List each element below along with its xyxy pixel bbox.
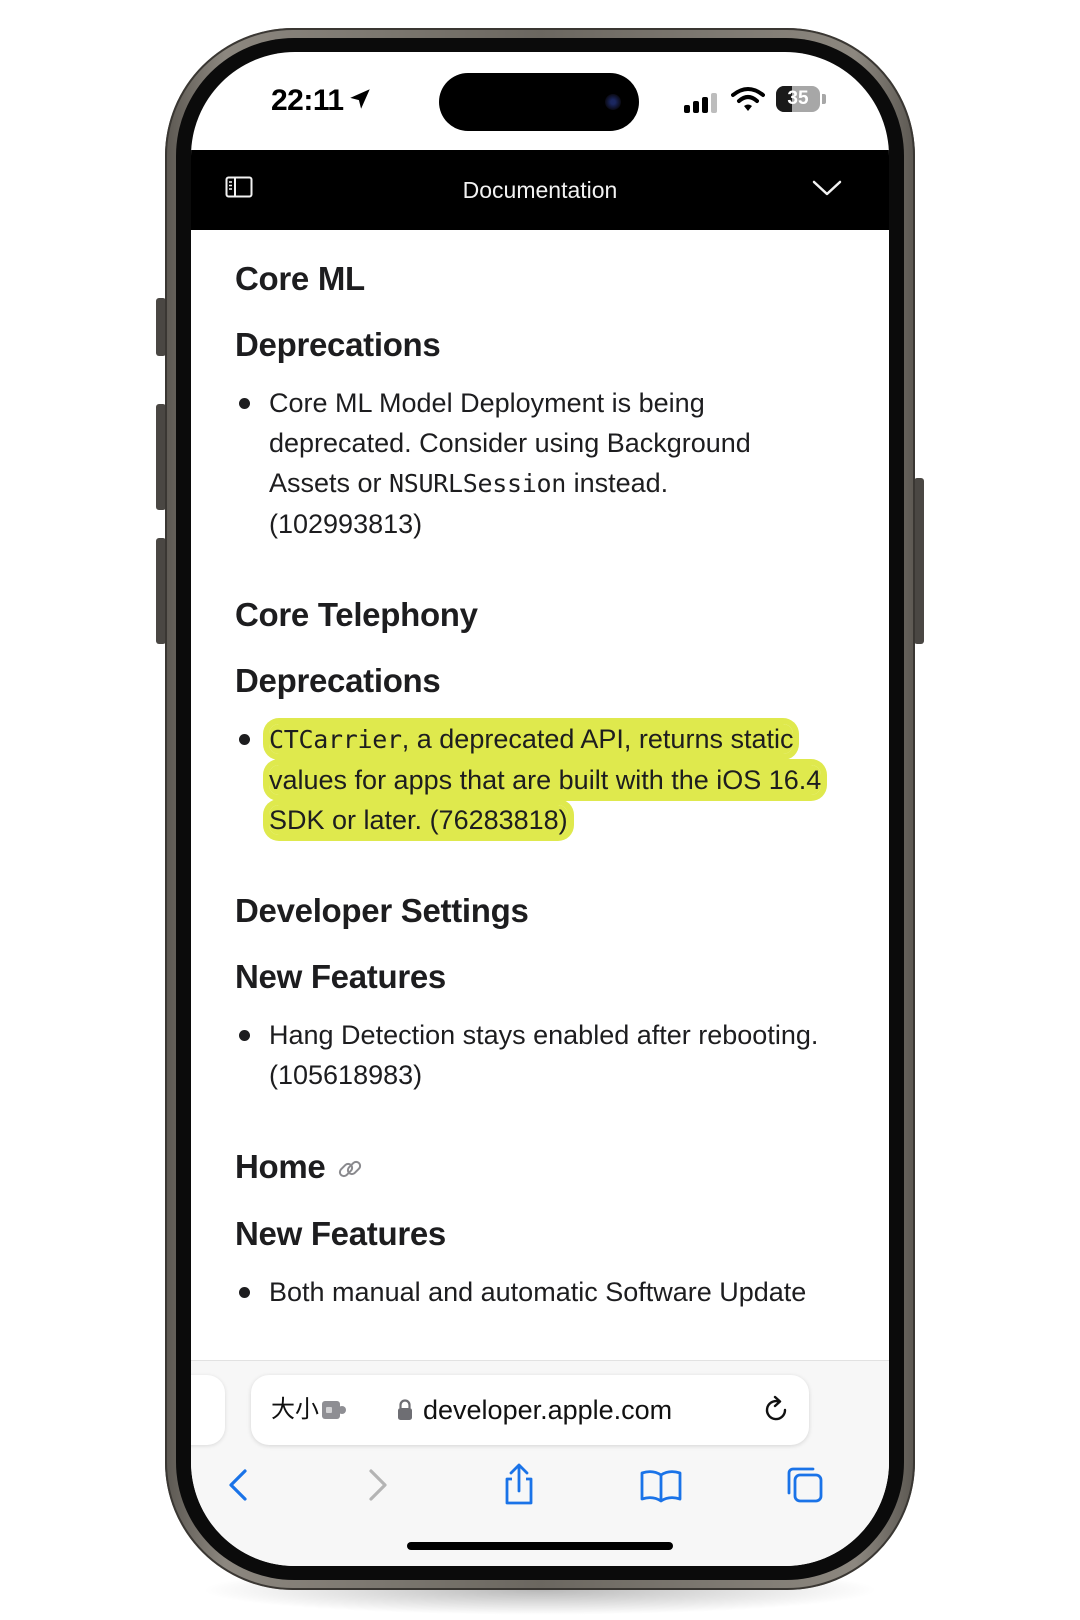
phone-screen: 22:11 35 Documentation Core ML Deprecati…	[191, 52, 889, 1566]
text-size-button[interactable]: 大小	[271, 1375, 319, 1445]
text-line: SDK or later. (76283818)	[269, 800, 854, 840]
text-line: (105618983)	[269, 1060, 423, 1090]
section-title-developer-settings: Developer Settings	[235, 892, 529, 929]
lock-icon	[398, 1399, 412, 1420]
home-indicator[interactable]	[407, 1542, 673, 1550]
text-line: CTCarrier, a deprecated API, returns sta…	[269, 719, 854, 760]
section-title-home: Home	[235, 1148, 364, 1186]
documentation-navbar: Documentation	[191, 150, 889, 230]
code-nsurlsession: NSURLSession	[389, 469, 567, 498]
text-span: Assets or	[269, 468, 390, 498]
text-line: Hang Detection stays enabled after reboo…	[269, 1020, 819, 1050]
subsection-title-deprecations: Deprecations	[235, 662, 441, 699]
home-title-text: Home	[235, 1148, 326, 1185]
cellular-signal-icon	[684, 93, 717, 113]
navbar-title[interactable]: Documentation	[191, 150, 889, 230]
core-ml-note: Core ML Model Deployment is being deprec…	[269, 383, 854, 544]
text-line: (102993813)	[269, 509, 423, 539]
section-title-core-ml: Core ML	[235, 260, 365, 297]
highlighted-text: values for apps that are built with the …	[269, 765, 822, 795]
reload-icon[interactable]	[761, 1395, 791, 1425]
chevron-down-icon[interactable]	[811, 178, 843, 198]
status-time: 22:11	[271, 84, 344, 117]
text-span: , a deprecated API, returns static	[401, 724, 794, 754]
previous-tab-peek[interactable]	[191, 1375, 225, 1445]
extension-icon[interactable]	[321, 1398, 347, 1422]
wifi-icon	[731, 87, 765, 111]
text-line: Core ML Model Deployment is being	[269, 388, 705, 418]
bullet	[239, 1287, 250, 1298]
text-line: Assets or NSURLSession instead.	[269, 463, 854, 504]
core-telephony-note: CTCarrier, a deprecated API, returns sta…	[269, 719, 854, 840]
front-camera	[605, 94, 621, 110]
text-line: Both manual and automatic Software Updat…	[269, 1277, 807, 1307]
subsection-title-new-features: New Features	[235, 958, 446, 995]
text-span: instead.	[566, 468, 669, 498]
highlighted-text: SDK or later. (76283818)	[269, 805, 568, 835]
release-notes-content: Core ML Deprecations Core ML Model Deplo…	[191, 230, 889, 1360]
battery-icon: 35	[776, 86, 820, 112]
code-ctcarrier: CTCarrier	[269, 725, 402, 754]
battery-level: 35	[787, 88, 809, 109]
power-button	[914, 478, 924, 644]
location-arrow-icon	[350, 89, 370, 109]
subsection-title-deprecations: Deprecations	[235, 326, 441, 363]
bullet	[239, 1030, 250, 1041]
bookmarks-icon[interactable]	[639, 1463, 683, 1507]
forward-icon[interactable]	[355, 1463, 399, 1507]
sidebar-toggle-icon[interactable]	[225, 176, 253, 198]
battery-tip	[822, 94, 826, 104]
tabs-icon[interactable]	[783, 1463, 827, 1507]
link-icon[interactable]	[336, 1155, 364, 1183]
highlighted-text: CTCarrier, a deprecated API, returns sta…	[269, 724, 794, 754]
bullet	[239, 734, 250, 745]
home-note: Both manual and automatic Software Updat…	[269, 1272, 854, 1312]
subsection-title-new-features: New Features	[235, 1215, 446, 1252]
address-bar[interactable]: 大小 developer.apple.com	[251, 1375, 809, 1445]
url-text[interactable]: developer.apple.com	[423, 1375, 672, 1445]
bullet	[239, 398, 250, 409]
text-line: values for apps that are built with the …	[269, 760, 854, 800]
back-icon[interactable]	[217, 1463, 261, 1507]
share-icon[interactable]	[497, 1463, 541, 1507]
dynamic-island	[439, 73, 639, 131]
safari-toolbar: 大小 developer.apple.com	[191, 1360, 889, 1566]
section-title-core-telephony: Core Telephony	[235, 596, 478, 633]
developer-settings-note: Hang Detection stays enabled after reboo…	[269, 1015, 854, 1095]
text-line: deprecated. Consider using Background	[269, 428, 751, 458]
